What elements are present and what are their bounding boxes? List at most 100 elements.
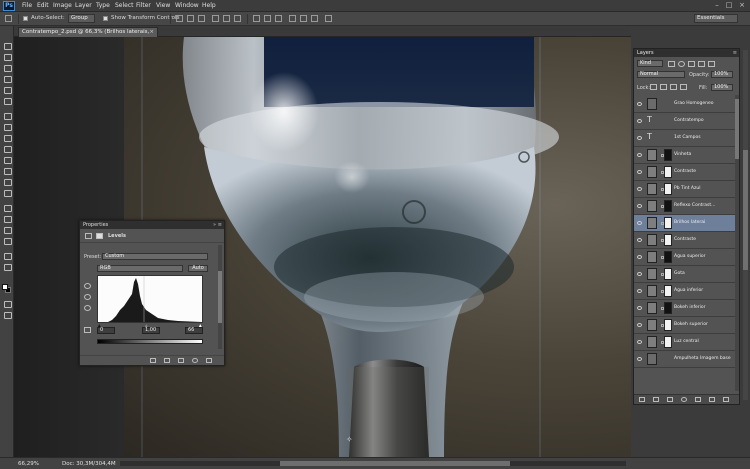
layer-visibility-eye-icon[interactable]: [637, 119, 642, 123]
sample-white-eyedropper-icon[interactable]: [84, 305, 91, 311]
layers-panel[interactable]: Layers ≡ Kind Normal Opacity: 100% Lock:…: [633, 48, 740, 405]
opacity-field[interactable]: 100%: [711, 71, 733, 78]
layer-mask-thumbnail[interactable]: [664, 217, 672, 229]
trash-icon[interactable]: [206, 358, 212, 363]
show-transform-checkbox[interactable]: [103, 16, 108, 21]
clone-stamp-tool-icon[interactable]: [3, 134, 12, 142]
pen-tool-icon[interactable]: [3, 204, 12, 212]
layer-mask-thumbnail[interactable]: [664, 234, 672, 246]
layer-mask-thumbnail[interactable]: [664, 149, 672, 161]
layer-visibility-eye-icon[interactable]: [637, 289, 642, 293]
blend-mode-dropdown[interactable]: Normal: [637, 71, 685, 78]
levels-adjustment-icon[interactable]: [85, 233, 92, 239]
menu-type[interactable]: Type: [96, 2, 110, 9]
properties-scrollbar[interactable]: [218, 245, 222, 349]
quick-select-tool-icon[interactable]: [3, 75, 12, 83]
levels-histogram[interactable]: [97, 275, 203, 323]
layer-row[interactable]: Reflexo Contrast...: [634, 198, 739, 215]
distribute-left-icon[interactable]: [289, 15, 296, 22]
layer-visibility-eye-icon[interactable]: [637, 272, 642, 276]
input-black-field[interactable]: 0: [97, 327, 115, 334]
layer-visibility-eye-icon[interactable]: [637, 255, 642, 259]
document-tab[interactable]: Contratempo_2.psd @ 66,3% (Brilhos later…: [18, 27, 158, 43]
lock-all-icon[interactable]: [680, 84, 687, 90]
layer-thumbnail[interactable]: [647, 98, 657, 110]
layers-panel-titlebar[interactable]: Layers ≡: [634, 49, 739, 57]
layer-visibility-eye-icon[interactable]: [637, 187, 642, 191]
layer-mask-thumbnail[interactable]: [664, 166, 672, 178]
sample-gray-eyedropper-icon[interactable]: [84, 294, 91, 300]
healing-brush-tool-icon[interactable]: [3, 112, 12, 120]
add-mask-icon[interactable]: [667, 397, 673, 402]
layer-visibility-eye-icon[interactable]: [637, 357, 642, 361]
distribute-hcenter-icon[interactable]: [300, 15, 307, 22]
eraser-tool-icon[interactable]: [3, 156, 12, 164]
move-tool-icon[interactable]: [3, 42, 12, 50]
menu-layer[interactable]: Layer: [75, 2, 92, 9]
layer-row[interactable]: T Contratempo: [634, 113, 739, 130]
layer-row[interactable]: Contraste: [634, 232, 739, 249]
auto-select-dropdown[interactable]: Group: [68, 14, 95, 23]
auto-align-icon[interactable]: [325, 15, 332, 22]
layer-visibility-eye-icon[interactable]: [637, 153, 642, 157]
new-group-icon[interactable]: [695, 397, 701, 402]
adjustment-layer-icon[interactable]: [647, 200, 657, 212]
input-white-field[interactable]: 66: [185, 327, 203, 334]
screen-mode-icon[interactable]: [3, 311, 12, 319]
distribute-top-icon[interactable]: [253, 15, 260, 22]
menu-select[interactable]: Select: [115, 2, 134, 9]
adjustment-layer-icon[interactable]: [647, 319, 657, 331]
adjustment-layer-icon[interactable]: [647, 251, 657, 263]
layer-mask-thumbnail[interactable]: [664, 336, 672, 348]
maximize-button[interactable]: □: [724, 1, 734, 10]
collapse-icon[interactable]: »: [213, 221, 216, 229]
layer-row[interactable]: Ampulheta Imagem base: [634, 351, 739, 368]
dock-scrollbar[interactable]: [743, 50, 748, 400]
properties-panel[interactable]: Properties » ≡ Levels Preset: Custom RGB…: [79, 220, 225, 366]
layer-visibility-eye-icon[interactable]: [637, 221, 642, 225]
filter-adjustment-icon[interactable]: [678, 61, 685, 67]
lock-image-icon[interactable]: [660, 84, 667, 90]
layer-row[interactable]: T 1st Campos: [634, 130, 739, 147]
distribute-right-icon[interactable]: [311, 15, 318, 22]
menu-file[interactable]: File: [22, 2, 32, 9]
layer-row[interactable]: Grao Homogeneo: [634, 96, 739, 113]
layer-row[interactable]: Bokeh inferior: [634, 300, 739, 317]
adjustment-layer-icon[interactable]: [647, 217, 657, 229]
layer-visibility-eye-icon[interactable]: [637, 136, 642, 140]
brush-tool-icon[interactable]: [3, 123, 12, 131]
layer-visibility-eye-icon[interactable]: [637, 238, 642, 242]
layer-mask-thumbnail[interactable]: [664, 319, 672, 331]
layer-mask-thumbnail[interactable]: [664, 200, 672, 212]
filter-type-icon[interactable]: [688, 61, 695, 67]
layer-mask-thumbnail[interactable]: [664, 183, 672, 195]
clip-to-layer-icon[interactable]: [150, 358, 156, 363]
menu-help[interactable]: Help: [202, 2, 216, 9]
lock-position-icon[interactable]: [670, 84, 677, 90]
menu-image[interactable]: Image: [53, 2, 72, 9]
adjustment-layer-icon[interactable]: [647, 302, 657, 314]
adjustment-layer-icon[interactable]: [647, 166, 657, 178]
input-gamma-field[interactable]: 1,00: [142, 327, 160, 334]
horizontal-scrollbar[interactable]: [120, 461, 626, 466]
layers-menu-icon[interactable]: ≡: [733, 49, 737, 57]
layer-visibility-eye-icon[interactable]: [637, 340, 642, 344]
document-size-info[interactable]: Doc: 30,3M/304,4M: [62, 461, 116, 467]
zoom-tool-icon[interactable]: [3, 263, 12, 271]
layer-mask-thumbnail[interactable]: [664, 251, 672, 263]
close-button[interactable]: ×: [737, 1, 747, 10]
adjustment-layer-icon[interactable]: [647, 285, 657, 297]
distribute-vcenter-icon[interactable]: [264, 15, 271, 22]
path-select-tool-icon[interactable]: [3, 226, 12, 234]
clipping-warning-icon[interactable]: [84, 327, 91, 333]
layers-scrollbar[interactable]: [735, 95, 739, 391]
layer-mask-thumbnail[interactable]: [664, 285, 672, 297]
fill-field[interactable]: 100%: [711, 84, 733, 91]
layer-thumbnail[interactable]: [647, 353, 657, 365]
new-adjustment-icon[interactable]: [681, 397, 687, 402]
layer-visibility-eye-icon[interactable]: [637, 306, 642, 310]
layer-row[interactable]: Agua inferior: [634, 283, 739, 300]
lock-transparent-icon[interactable]: [650, 84, 657, 90]
align-hcenter-icon[interactable]: [223, 15, 230, 22]
layer-visibility-eye-icon[interactable]: [637, 204, 642, 208]
